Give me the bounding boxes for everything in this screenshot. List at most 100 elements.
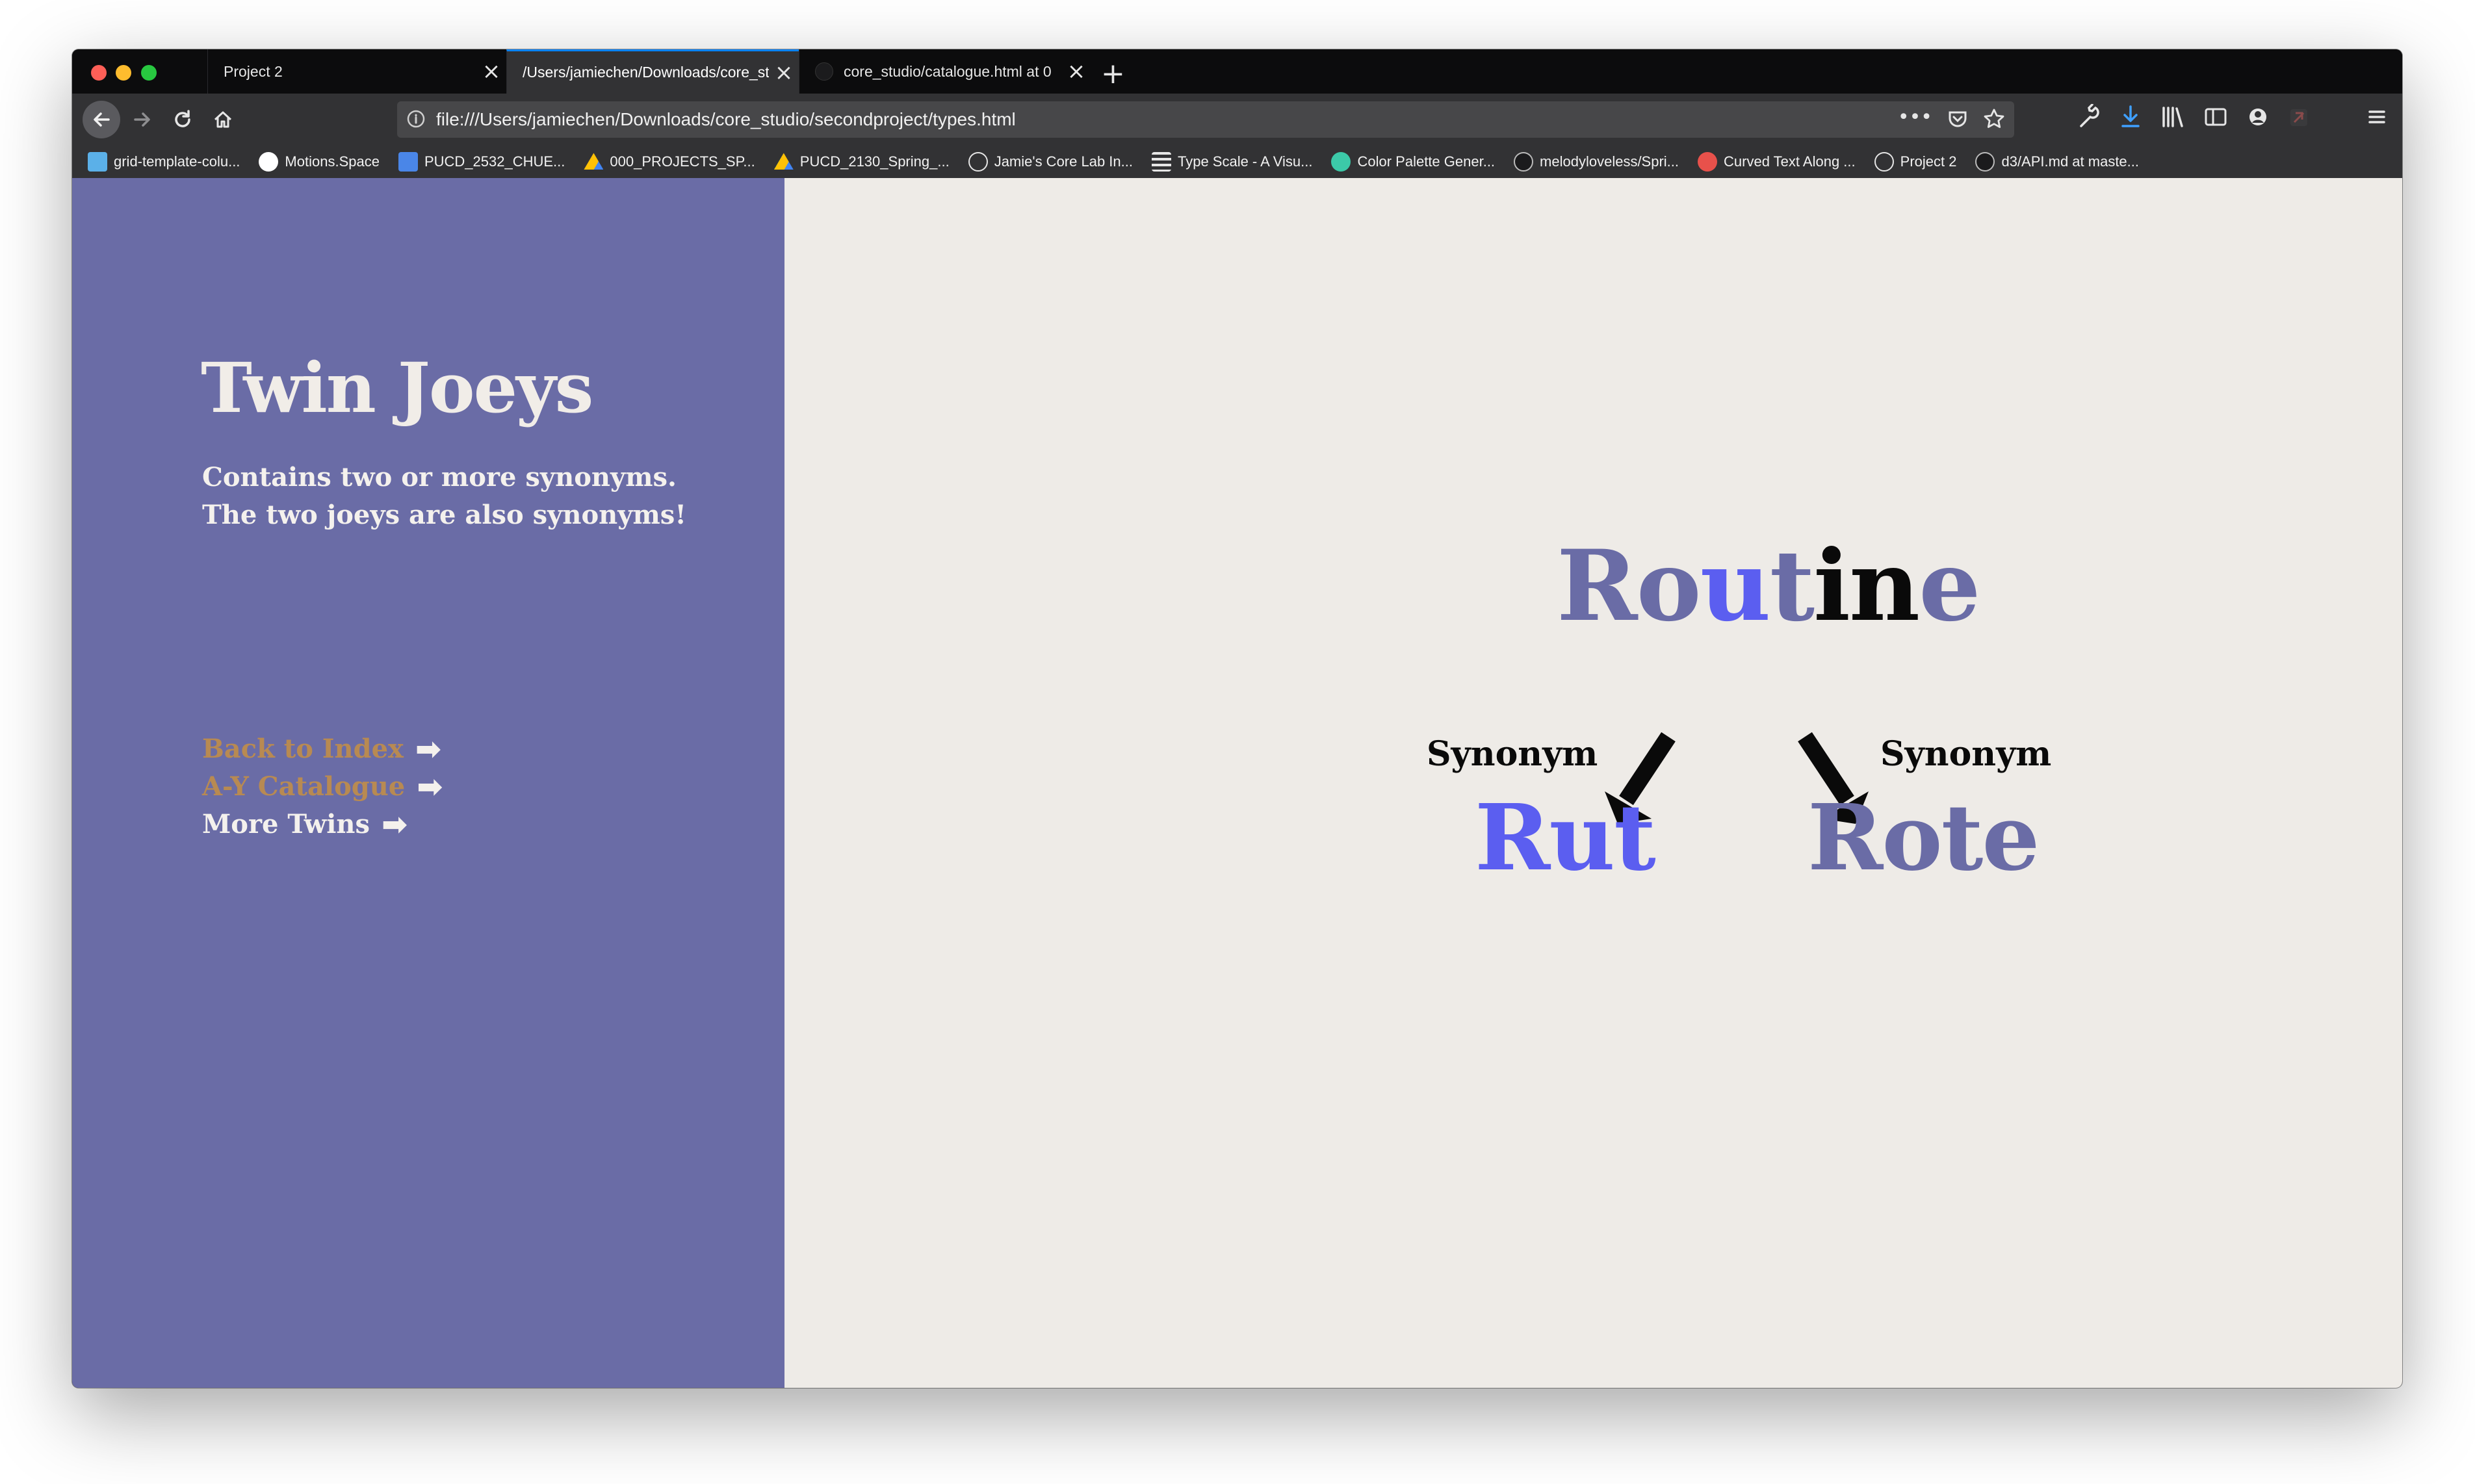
right-arrow-icon: ➡ <box>415 731 442 767</box>
globe-favicon-icon <box>968 152 988 172</box>
bookmark-label: Color Palette Gener... <box>1357 153 1496 170</box>
bookmark-item[interactable]: PUCD_2532_CHUE... <box>398 152 565 172</box>
bookmark-label: Curved Text Along ... <box>1724 153 1856 170</box>
word-part: e <box>1919 529 1980 643</box>
github-favicon-icon <box>815 62 833 81</box>
synonym-word-left: Rut <box>1475 785 1656 891</box>
zoom-window-button[interactable] <box>141 65 157 81</box>
close-tab-icon[interactable]: × <box>1061 58 1091 84</box>
url-bar[interactable]: file:///Users/jamiechen/Downloads/core_s… <box>397 101 2014 138</box>
bookmark-item[interactable]: melodyloveless/Spri... <box>1514 152 1679 172</box>
sidebar-nav: Back to Index ➡ A-Y Catalogue ➡ More Twi… <box>202 730 443 843</box>
navigation-toolbar: file:///Users/jamiechen/Downloads/core_s… <box>72 94 2402 146</box>
circle-favicon-icon <box>259 152 279 172</box>
bookmark-label: d3/API.md at maste... <box>2001 153 2140 170</box>
reload-button[interactable] <box>167 104 198 135</box>
synonym-word-right: Rote <box>1808 785 2040 891</box>
page-title: Twin Joeys <box>201 347 593 428</box>
link-label: A-Y Catalogue <box>202 771 406 802</box>
sidebar-toggle-icon[interactable] <box>2203 104 2228 130</box>
drive-favicon-icon <box>773 153 794 170</box>
description-line: The two joeys are also synonyms! <box>202 500 686 530</box>
back-button[interactable] <box>83 101 120 138</box>
globe-favicon-icon <box>1874 152 1894 172</box>
bookmark-label: Project 2 <box>1900 153 1957 170</box>
word-part: t <box>1769 529 1815 643</box>
bookmark-item[interactable]: Project 2 <box>1874 152 1957 172</box>
wrench-icon[interactable] <box>2077 104 2101 130</box>
catalogue-link[interactable]: A-Y Catalogue ➡ <box>202 768 443 806</box>
bookmark-item[interactable]: Motions.Space <box>259 152 380 172</box>
bookmark-label: Motions.Space <box>285 153 380 170</box>
description-line: Contains two or more synonyms. <box>202 462 677 493</box>
home-button[interactable] <box>207 104 239 135</box>
tab-project-2[interactable]: Project 2 × <box>207 49 506 94</box>
right-arrow-icon: ➡ <box>417 769 443 805</box>
grid-favicon-icon <box>88 152 107 172</box>
account-icon[interactable] <box>2246 104 2270 130</box>
sidebar-panel: Twin Joeys Contains two or more synonyms… <box>72 178 784 1388</box>
bookmark-label: Jamie's Core Lab In... <box>994 153 1133 170</box>
forward-arrow-icon <box>134 112 150 127</box>
back-to-index-link[interactable]: Back to Index ➡ <box>202 730 443 768</box>
github-favicon-icon <box>1514 152 1534 172</box>
tab-strip: Project 2 × /Users/jamiechen/Downloads/c… <box>72 49 2402 94</box>
bookmark-item[interactable]: Type Scale - A Visu... <box>1151 152 1313 172</box>
close-tab-icon[interactable]: × <box>769 60 799 86</box>
drive-favicon-icon <box>584 153 604 170</box>
bookmarks-bar: grid-template-colu... Motions.Space PUCD… <box>72 146 2402 178</box>
typescale-favicon-icon <box>1151 152 1171 172</box>
palette-favicon-icon <box>1331 152 1351 172</box>
forward-button[interactable] <box>127 104 158 135</box>
tab-catalogue[interactable]: core_studio/catalogue.html at 0 × <box>799 49 1091 94</box>
page-actions-icon[interactable]: ••• <box>1898 108 1932 130</box>
extension-icon[interactable] <box>2288 104 2310 130</box>
tab-label: core_studio/catalogue.html at 0 <box>844 62 1052 80</box>
bookmark-item[interactable]: Color Palette Gener... <box>1331 152 1495 172</box>
close-tab-icon[interactable]: × <box>476 58 506 84</box>
minimize-window-button[interactable] <box>116 65 131 81</box>
right-arrow-icon: ➡ <box>382 806 408 843</box>
tab-label: /Users/jamiechen/Downloads/core_studio/s… <box>523 64 769 81</box>
more-twins-link[interactable]: More Twins ➡ <box>202 806 443 843</box>
download-icon[interactable] <box>2119 104 2142 130</box>
bookmark-label: melodyloveless/Spri... <box>1540 153 1679 170</box>
github-favicon-icon <box>1975 152 1995 172</box>
word-part-highlight: u <box>1700 529 1771 643</box>
synonym-label-left: Synonym <box>1427 734 1598 774</box>
tab-types-html[interactable]: /Users/jamiechen/Downloads/core_studio/s… <box>506 49 799 94</box>
bookmark-star-icon[interactable] <box>1983 108 2005 130</box>
home-icon <box>214 111 232 128</box>
back-arrow-icon <box>94 112 110 127</box>
page-content: Twin Joeys Contains two or more synonyms… <box>72 178 2402 1388</box>
toolbar-icons <box>2077 104 2402 135</box>
url-bar-actions: ••• <box>1898 108 2005 130</box>
bookmark-item[interactable]: grid-template-colu... <box>88 152 240 172</box>
tab-label: Project 2 <box>224 62 283 80</box>
new-tab-icon[interactable]: + <box>1101 57 1125 90</box>
library-icon[interactable] <box>2160 104 2185 130</box>
bookmark-label: grid-template-colu... <box>114 153 240 170</box>
bookmark-item[interactable]: d3/API.md at maste... <box>1975 152 2139 172</box>
word-part-black: in <box>1813 529 1920 643</box>
pocket-icon[interactable] <box>1947 108 1969 130</box>
docs-favicon-icon <box>398 152 418 172</box>
main-panel: Routine Synonym Synonym Rut Rote <box>784 178 2402 1388</box>
bookmark-item[interactable]: Curved Text Along ... <box>1698 152 1856 172</box>
menu-hamburger-icon[interactable] <box>2366 104 2388 130</box>
reload-icon <box>175 110 190 127</box>
bookmark-item[interactable]: Jamie's Core Lab In... <box>968 152 1133 172</box>
info-icon[interactable] <box>406 109 426 133</box>
link-label: More Twins <box>202 809 370 839</box>
bookmark-label: Type Scale - A Visu... <box>1177 153 1313 170</box>
bookmark-item[interactable]: PUCD_2130_Spring_... <box>773 152 950 172</box>
bookmark-label: PUCD_2130_Spring_... <box>799 153 950 170</box>
link-label: Back to Index <box>202 734 404 764</box>
browser-window: Project 2 × /Users/jamiechen/Downloads/c… <box>72 49 2402 1388</box>
close-window-button[interactable] <box>91 65 107 81</box>
codepen-favicon-icon <box>1698 152 1718 172</box>
word-part: Ro <box>1557 529 1702 643</box>
main-word: Routine <box>1557 529 1981 643</box>
synonym-label-right: Synonym <box>1880 734 2052 774</box>
bookmark-item[interactable]: 000_PROJECTS_SP... <box>584 152 755 172</box>
